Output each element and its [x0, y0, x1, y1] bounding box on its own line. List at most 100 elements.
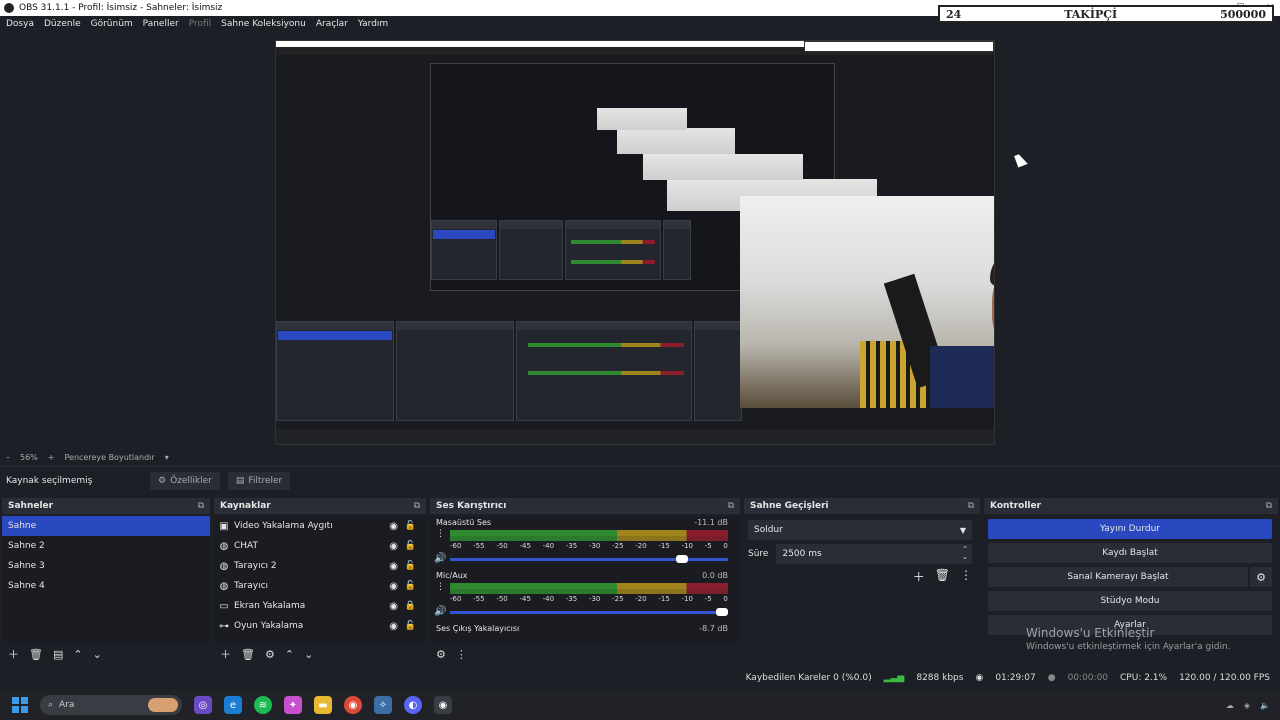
undock-icon[interactable]: ⧉ [728, 501, 734, 511]
undock-icon[interactable]: ⧉ [414, 501, 420, 511]
advanced-audio-icon[interactable]: ⚙ [436, 648, 446, 661]
trash-icon[interactable]: 🗑 [29, 648, 43, 661]
volume-slider-handle[interactable] [676, 555, 689, 563]
source-item[interactable]: ⊶ Oyun Yakalama ◉ 🔓 [214, 616, 426, 636]
source-item[interactable]: ▣ Video Yakalama Aygıtı ◉ 🔓 [214, 516, 426, 536]
transition-select[interactable]: Soldur ▼ [748, 520, 972, 540]
add-icon[interactable]: ＋ [220, 646, 231, 662]
lock-icon[interactable]: 🔓 [405, 621, 416, 631]
weather-icon[interactable]: ☁ [1226, 701, 1234, 710]
studio-mode-button[interactable]: Stüdyo Modu [988, 591, 1272, 611]
globe-icon: ◍ [219, 580, 229, 592]
record-time: 00:00:00 [1067, 673, 1109, 683]
add-icon[interactable]: ＋ [913, 568, 925, 585]
follower-left-value: 24 [946, 7, 962, 21]
lock-icon[interactable]: 🔓 [405, 521, 416, 531]
menu-file[interactable]: Dosya [6, 19, 34, 29]
source-item[interactable]: ◍ CHAT ◉ 🔓 [214, 536, 426, 556]
chevron-down-icon[interactable]: ⌄ [93, 648, 102, 661]
volume-icon[interactable]: 🔈 [1260, 701, 1270, 710]
more-icon[interactable]: ⋮ [456, 648, 467, 661]
menu-profile[interactable]: Profil [189, 19, 211, 29]
more-icon[interactable]: ⋮ [436, 582, 445, 592]
nested-transitions-panel [663, 220, 691, 280]
filter-icon[interactable]: ▤ [53, 648, 63, 661]
undock-icon[interactable]: ⧉ [968, 501, 974, 511]
meter-tick-label: -35 [565, 595, 578, 603]
folder-icon[interactable]: ▬ [314, 696, 332, 714]
visibility-eye-icon[interactable]: ◉ [389, 561, 398, 572]
taskbar-search[interactable]: ⌕ Ara [40, 695, 182, 715]
app-icon[interactable]: ◎ [194, 696, 212, 714]
source-item[interactable]: ◍ Tarayıcı ◉ 🔓 [214, 576, 426, 596]
virtual-camera-settings-button[interactable]: ⚙ [1250, 567, 1272, 587]
start-recording-button[interactable]: Kaydı Başlat [988, 543, 1272, 563]
volume-slider-handle[interactable] [716, 608, 728, 616]
stop-stream-button[interactable]: Yayını Durdur [988, 519, 1272, 539]
discord-icon[interactable]: ◐ [404, 696, 422, 714]
more-icon[interactable]: ⋮ [436, 529, 445, 539]
fit-to-window-button[interactable]: Pencereye Boyutlandır [64, 453, 154, 462]
trash-icon[interactable]: 🗑 [935, 568, 950, 585]
menu-help[interactable]: Yardım [358, 19, 388, 29]
edge-icon[interactable]: e [224, 696, 242, 714]
filters-button[interactable]: ▤ Filtreler [227, 471, 291, 490]
windows-start-icon[interactable] [12, 697, 28, 713]
source-toolbar: Kaynak seçilmemiş ⚙ Özellikler ▤ Filtrel… [0, 466, 1280, 494]
scene-item[interactable]: Sahne 2 [2, 536, 210, 556]
visibility-eye-icon[interactable]: ◉ [389, 581, 398, 592]
meter-tick-label: -25 [612, 595, 624, 603]
chevron-up-icon[interactable]: ⌃ [285, 648, 294, 661]
volume-slider-track[interactable] [450, 611, 728, 614]
program-preview[interactable] [275, 40, 995, 445]
lock-icon[interactable]: 🔓 [405, 561, 416, 571]
visibility-eye-icon[interactable]: ◉ [389, 621, 398, 632]
undock-icon[interactable]: ⧉ [198, 501, 204, 511]
scene-item[interactable]: Sahne 4 [2, 576, 210, 596]
obs-taskbar-icon[interactable]: ◉ [434, 696, 452, 714]
visibility-eye-icon[interactable]: ◉ [389, 541, 398, 552]
gear-icon[interactable]: ⚙ [265, 648, 275, 661]
copilot-icon[interactable]: ✦ [284, 696, 302, 714]
spotify-icon[interactable]: ≋ [254, 696, 272, 714]
visibility-eye-icon[interactable]: ◉ [389, 521, 398, 532]
chrome-icon[interactable]: ◉ [344, 696, 362, 714]
meter-tick-label: -55 [473, 542, 485, 550]
menu-docks[interactable]: Paneller [143, 19, 179, 29]
trash-icon[interactable]: 🗑 [241, 648, 255, 661]
menu-edit[interactable]: Düzenle [44, 19, 81, 29]
more-icon[interactable]: ⋮ [960, 568, 972, 585]
scene-item[interactable]: Sahne [2, 516, 210, 536]
undock-icon[interactable]: ⧉ [1266, 501, 1272, 511]
menu-view[interactable]: Görünüm [91, 19, 133, 29]
start-virtual-camera-button[interactable]: Sanal Kamerayı Başlat [988, 567, 1248, 587]
lock-icon[interactable]: 🔓 [405, 581, 416, 591]
lock-icon[interactable]: 🔓 [405, 541, 416, 551]
source-label: Tarayıcı [234, 581, 269, 591]
chevron-up-icon[interactable]: ⌃ [73, 648, 82, 661]
add-icon[interactable]: ＋ [8, 646, 19, 662]
zoom-out-button[interactable]: – [6, 453, 10, 462]
source-item[interactable]: ◍ Tarayıcı 2 ◉ 🔓 [214, 556, 426, 576]
visibility-eye-icon[interactable]: ◉ [389, 601, 398, 612]
speaker-icon[interactable]: 🔊 [434, 553, 446, 564]
preview-area [0, 32, 1280, 450]
chevron-down-icon[interactable]: ⌄ [304, 648, 313, 661]
menu-scene-collection[interactable]: Sahne Koleksiyonu [221, 19, 306, 29]
zoom-in-button[interactable]: + [48, 453, 55, 462]
app-icon[interactable]: ✧ [374, 696, 392, 714]
lock-icon[interactable]: 🔒 [405, 601, 416, 611]
scene-item[interactable]: Sahne 3 [2, 556, 210, 576]
duration-input[interactable]: 2500 ms ⌃ ⌄ [776, 544, 972, 564]
controls-header: Kontroller ⧉ [984, 498, 1278, 514]
spin-arrows-icon[interactable]: ⌃ ⌄ [962, 545, 968, 561]
speaker-icon[interactable]: 🔊 [434, 606, 446, 617]
chevron-down-icon[interactable]: ▾ [165, 453, 169, 462]
properties-button[interactable]: ⚙ Özellikler [150, 471, 220, 490]
network-icon[interactable]: ◈ [1244, 701, 1250, 710]
source-item[interactable]: ▭ Ekran Yakalama ◉ 🔒 [214, 596, 426, 616]
properties-label: Özellikler [170, 475, 212, 486]
mixer-channel: Masaüstü Ses -11.1 dB ⋮ -60 -55 -50 -45 -40-… [430, 516, 740, 569]
scenes-list: Sahne Sahne 2 Sahne 3 Sahne 4 [2, 516, 210, 642]
menu-tools[interactable]: Araçlar [316, 19, 348, 29]
